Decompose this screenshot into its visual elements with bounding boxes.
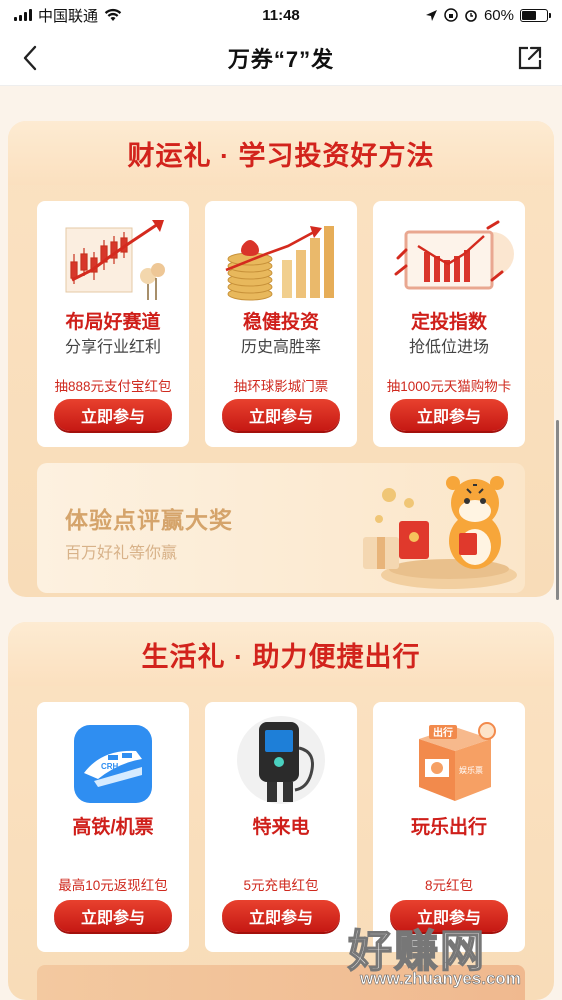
chevron-left-icon [23,45,37,71]
page-title: 万券“7”发 [227,46,335,72]
card-prize: 最高10元返现红包 [58,878,168,893]
card-prize: 抽环球影城门票 [233,379,329,394]
card-subtitle: 历史高胜率 [240,339,321,356]
share-icon [518,46,542,70]
lock-rotation-icon [444,8,458,22]
card-title: 稳健投资 [242,312,319,333]
share-button[interactable] [514,42,546,74]
train-icon: CRH [37,716,189,812]
join-button[interactable]: 立即参与 [390,399,508,431]
signal-icon [14,9,32,21]
card-subtitle: 分享行业红利 [64,339,161,356]
box-label-top: 出行 [433,726,453,739]
card-prize: 抽888元支付宝红包 [54,379,172,394]
status-time: 11:48 [262,6,300,24]
travel-box-icon: 出行 娱乐票 [373,714,525,810]
status-left: 中国联通 [14,5,214,26]
box-label-side: 娱乐票 [459,765,483,775]
section-title: 生活礼 · 助力便捷出行 [8,622,554,686]
card-title: 定投指数 [410,312,487,333]
candlestick-chart-illustration [37,211,189,307]
banner-title: 体验点评赢大奖 [65,507,233,533]
battery-percent: 60% [483,6,514,24]
join-button[interactable]: 立即参与 [222,399,340,431]
card-title: 布局好赛道 [65,312,161,333]
carrier-label: 中国联通 [38,7,99,25]
watermark-url: www.zhuanyes.com [360,969,522,989]
scrollbar[interactable] [556,420,559,600]
join-button[interactable]: 立即参与 [222,900,340,932]
nav-bar: 万券“7”发 [0,30,562,86]
train-icon-label: CRH [101,762,119,771]
battery-icon [520,8,551,22]
card-prize: 抽1000元天猫购物卡 [386,379,512,394]
card-index[interactable]: 定投指数 抢低位进场 抽1000元天猫购物卡 立即参与 [373,201,525,447]
section-title: 财运礼 · 学习投资好方法 [8,121,554,185]
wifi-icon [104,8,122,21]
card-prize: 5元充电红包 [243,878,319,893]
alarm-icon [465,10,477,22]
banner-subtitle: 百万好礼等你赢 [65,545,178,562]
location-icon [425,9,437,21]
card-prize: 8元红包 [424,878,473,893]
review-prize-banner[interactable]: 体验点评赢大奖 百万好礼等你赢 [37,463,525,593]
card-track[interactable]: 布局好赛道 分享行业红利 抽888元支付宝红包 立即参与 [37,201,189,447]
card-title: 玩乐出行 [410,817,487,838]
index-chart-illustration [373,211,525,307]
card-charging[interactable]: 特来电 5元充电红包 立即参与 [205,702,357,952]
ev-charger-icon [205,712,357,808]
card-title: 特来电 [252,817,310,838]
card-steady[interactable]: 稳健投资 历史高胜率 抽环球影城门票 立即参与 [205,201,357,447]
status-right: 60% [348,6,551,24]
tiger-mascot-illustration [363,476,517,589]
card-train-flight[interactable]: CRH 高铁/机票 最高10元返现红包 立即参与 [37,702,189,952]
join-button[interactable]: 立即参与 [54,900,172,932]
card-title: 高铁/机票 [72,817,154,838]
join-button[interactable]: 立即参与 [54,399,172,431]
card-subtitle: 抢低位进场 [408,339,489,356]
section-wealth: 财运礼 · 学习投资好方法 布局好赛道 分享行业红利 抽888元支付宝红包 立即… [8,121,554,597]
watermark: 好赚网 www.zhuanyes.com [347,915,548,995]
back-button[interactable] [14,42,46,74]
coin-stack-illustration [205,211,357,307]
status-bar: 中国联通 11:48 60% [0,0,562,30]
